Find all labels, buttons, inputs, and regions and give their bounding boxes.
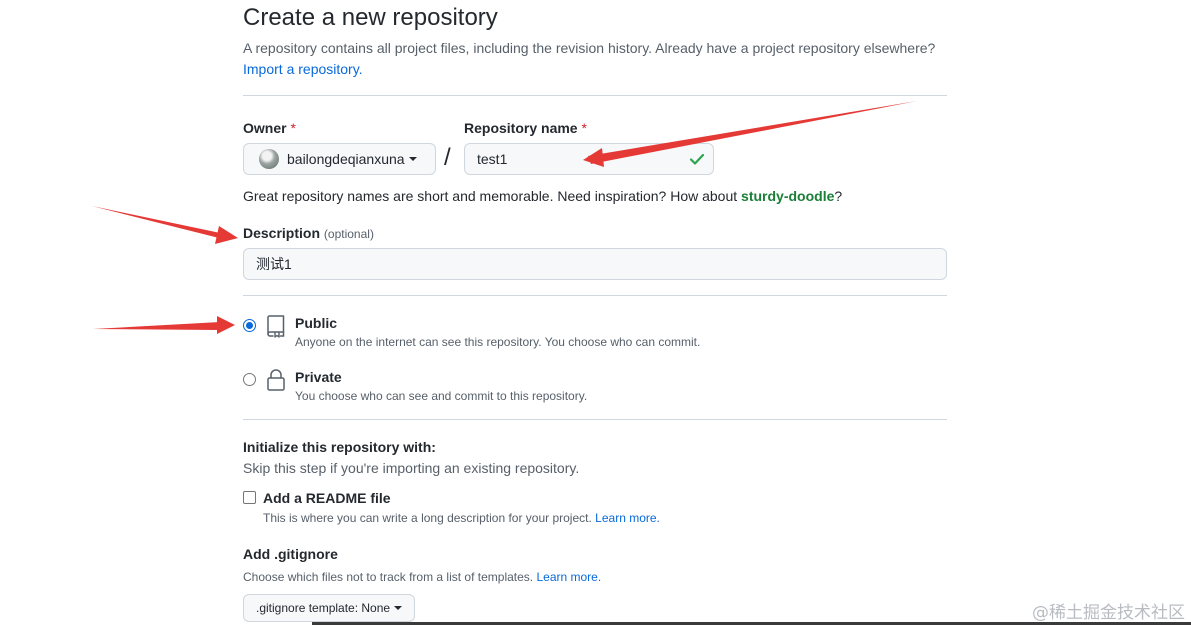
private-title: Private	[295, 369, 342, 385]
page: Create a new repository A repository con…	[0, 0, 1191, 625]
check-icon	[689, 153, 705, 165]
readme-description: This is where you can write a long descr…	[263, 511, 660, 525]
owner-repo-separator: /	[444, 144, 451, 171]
lock-icon	[267, 369, 285, 391]
private-description: You choose who can see and commit to thi…	[295, 389, 588, 403]
description-label: Description (optional)	[243, 225, 374, 241]
repo-name-hint: Great repository names are short and mem…	[243, 188, 842, 204]
required-mark: *	[290, 120, 296, 136]
readme-learn-more-link[interactable]: Learn more.	[595, 511, 660, 525]
divider	[243, 95, 947, 96]
owner-label: Owner *	[243, 120, 296, 136]
annotation-arrows	[92, 101, 917, 334]
gitignore-template-select[interactable]: .gitignore template: None	[243, 594, 416, 622]
subtitle-text: A repository contains all project files,…	[243, 40, 936, 56]
page-subtitle: A repository contains all project files,…	[243, 38, 947, 80]
gitignore-select-label: .gitignore template: None	[256, 601, 391, 615]
repo-name-label: Repository name *	[464, 120, 587, 136]
readme-checkbox[interactable]	[243, 491, 256, 504]
public-title: Public	[295, 315, 338, 331]
watermark: @稀土掘金技术社区	[1032, 603, 1185, 623]
owner-value: bailongdeqianxuna	[287, 151, 405, 167]
import-repository-link[interactable]: Import a repository.	[243, 61, 363, 77]
repo-icon	[267, 315, 285, 338]
optional-tag: (optional)	[323, 227, 374, 241]
gitignore-description-text: Choose which files not to track from a l…	[243, 570, 534, 584]
initialize-title: Initialize this repository with:	[243, 439, 436, 455]
private-radio[interactable]	[243, 373, 256, 386]
divider	[243, 295, 947, 296]
arrow-to-description	[92, 206, 238, 244]
repo-name-value: test1	[477, 151, 508, 167]
initialize-subtitle: Skip this step if you're importing an ex…	[243, 460, 580, 476]
required-mark: *	[581, 120, 587, 136]
public-radio[interactable]	[243, 319, 256, 332]
gitignore-title: Add .gitignore	[243, 546, 338, 562]
owner-select[interactable]: bailongdeqianxuna	[243, 143, 436, 175]
caret-down-icon	[408, 157, 417, 161]
arrow-to-public	[93, 316, 235, 334]
repo-name-label-text: Repository name	[464, 120, 578, 136]
repo-name-input[interactable]: test1	[464, 143, 714, 175]
readme-label: Add a README file	[263, 490, 391, 506]
public-description: Anyone on the internet can see this repo…	[295, 335, 701, 349]
description-value: 测试1	[256, 256, 292, 272]
avatar	[259, 149, 279, 169]
hint-suffix: ?	[834, 188, 843, 204]
owner-label-text: Owner	[243, 120, 287, 136]
description-label-text: Description	[243, 225, 321, 241]
page-title: Create a new repository	[243, 4, 498, 31]
hint-text: Great repository names are short and mem…	[243, 188, 738, 204]
gitignore-description: Choose which files not to track from a l…	[243, 570, 601, 584]
name-suggestion-link[interactable]: sturdy-doodle	[741, 188, 834, 204]
gitignore-learn-more-link[interactable]: Learn more.	[536, 570, 601, 584]
readme-description-text: This is where you can write a long descr…	[263, 511, 592, 525]
divider	[243, 419, 947, 420]
description-input[interactable]: 测试1	[243, 248, 947, 280]
caret-down-icon	[394, 606, 403, 610]
